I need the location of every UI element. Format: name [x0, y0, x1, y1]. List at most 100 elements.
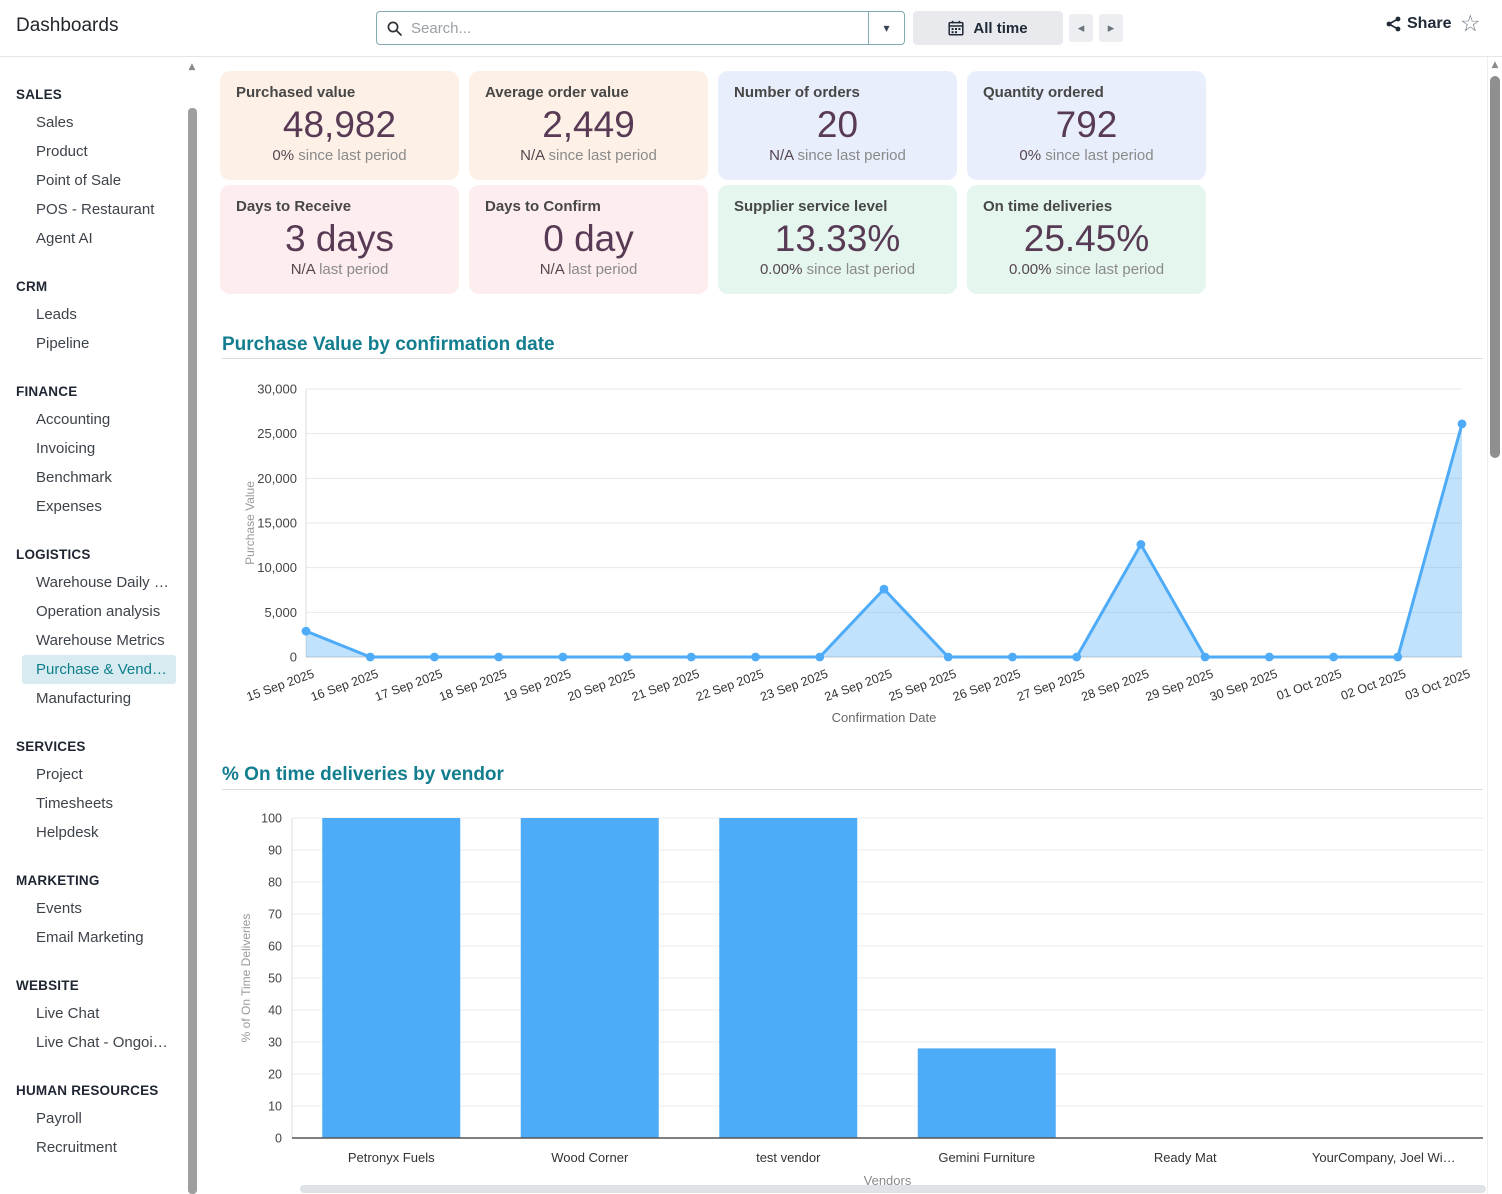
kpi-grid: Purchased value48,9820% since last perio…	[220, 71, 1206, 294]
svg-text:01 Oct 2025: 01 Oct 2025	[1275, 667, 1344, 703]
sidebar-section-header: LOGISTICS	[0, 539, 200, 568]
line-chart-divider	[222, 358, 1483, 359]
kpi-title: On time deliveries	[983, 198, 1190, 215]
svg-text:Gemini Furniture: Gemini Furniture	[938, 1150, 1035, 1165]
svg-text:YourCompany, Joel Wi…: YourCompany, Joel Wi…	[1312, 1150, 1456, 1165]
sidebar-item-recruitment[interactable]: Recruitment	[22, 1133, 176, 1162]
kpi-title: Number of orders	[734, 84, 941, 101]
sidebar-section: WEBSITELive ChatLive Chat - Ongoi…	[0, 970, 200, 1057]
svg-text:70: 70	[268, 908, 282, 922]
share-label: Share	[1407, 15, 1451, 33]
share-button[interactable]: Share	[1386, 15, 1451, 33]
sidebar-section-header: CRM	[0, 271, 200, 300]
svg-text:25,000: 25,000	[257, 426, 297, 441]
svg-text:21 Sep 2025: 21 Sep 2025	[630, 667, 701, 704]
svg-text:100: 100	[261, 812, 282, 826]
sidebar-section-header: MARKETING	[0, 865, 200, 894]
sidebar-item-events[interactable]: Events	[22, 894, 176, 923]
period-filter-button[interactable]: All time	[913, 11, 1063, 45]
sidebar-item-helpdesk[interactable]: Helpdesk	[22, 818, 176, 847]
kpi-value: 13.33%	[734, 218, 941, 260]
kpi-comparison: 0% since last period	[236, 147, 443, 164]
svg-text:Purchase Value: Purchase Value	[243, 481, 257, 565]
sidebar-item-manufacturing[interactable]: Manufacturing	[22, 684, 176, 713]
sidebar-item-project[interactable]: Project	[22, 760, 176, 789]
bar-chart-divider	[222, 789, 1483, 790]
sidebar: SALESSalesProductPoint of SalePOS - Rest…	[0, 57, 200, 1194]
sidebar-item-pos-restaurant[interactable]: POS - Restaurant	[22, 195, 176, 224]
kpi-value: 0 day	[485, 218, 692, 260]
sidebar-item-payroll[interactable]: Payroll	[22, 1104, 176, 1133]
favorite-star-icon[interactable]: ☆	[1460, 11, 1481, 37]
next-period-button[interactable]: ▸	[1099, 14, 1123, 42]
sidebar-section-header: HUMAN RESOURCES	[0, 1075, 200, 1104]
svg-text:% of On Time Deliveries: % of On Time Deliveries	[239, 914, 253, 1043]
svg-text:19 Sep 2025: 19 Sep 2025	[501, 667, 572, 704]
svg-text:20 Sep 2025: 20 Sep 2025	[566, 667, 637, 704]
svg-text:16 Sep 2025: 16 Sep 2025	[309, 667, 380, 704]
kpi-comparison: N/A since last period	[734, 147, 941, 164]
sidebar-item-leads[interactable]: Leads	[22, 300, 176, 329]
sidebar-item-accounting[interactable]: Accounting	[22, 405, 176, 434]
kpi-value: 3 days	[236, 218, 443, 260]
sidebar-item-purchase-vend[interactable]: Purchase & Vend…	[22, 655, 176, 684]
top-header: Dashboards ▾ All time ◂ ▸ Share ☆	[0, 0, 1502, 57]
sidebar-item-live-chat[interactable]: Live Chat	[22, 999, 176, 1028]
svg-text:test vendor: test vendor	[756, 1150, 821, 1165]
search-dropdown-button[interactable]: ▾	[868, 12, 904, 44]
sidebar-item-live-chat-ongoi[interactable]: Live Chat - Ongoi…	[22, 1028, 176, 1057]
chevron-right-icon: ▸	[1108, 21, 1115, 36]
chart-horizontal-scrollbar[interactable]	[300, 1185, 1486, 1193]
sidebar-item-product[interactable]: Product	[22, 137, 176, 166]
svg-text:30,000: 30,000	[257, 382, 297, 397]
svg-text:10,000: 10,000	[257, 560, 297, 575]
share-icon	[1386, 16, 1401, 32]
previous-period-button[interactable]: ◂	[1069, 14, 1093, 42]
sidebar-item-pipeline[interactable]: Pipeline	[22, 329, 176, 358]
kpi-title: Days to Receive	[236, 198, 443, 215]
sidebar-item-email-marketing[interactable]: Email Marketing	[22, 923, 176, 952]
sidebar-section: LOGISTICSWarehouse Daily …Operation anal…	[0, 539, 200, 713]
sidebar-item-benchmark[interactable]: Benchmark	[22, 463, 176, 492]
sidebar-item-agent-ai[interactable]: Agent AI	[22, 224, 176, 253]
sidebar-item-operation-analysis[interactable]: Operation analysis	[22, 597, 176, 626]
sidebar-item-warehouse-daily[interactable]: Warehouse Daily …	[22, 568, 176, 597]
svg-text:17 Sep 2025: 17 Sep 2025	[373, 667, 444, 704]
page-scroll-up-icon[interactable]: ▲	[1489, 60, 1501, 70]
kpi-comparison: 0.00% since last period	[734, 261, 941, 278]
svg-text:20: 20	[268, 1068, 282, 1082]
svg-text:Ready Mat: Ready Mat	[1154, 1150, 1217, 1165]
kpi-card: Days to Confirm 0 dayN/A last period	[469, 185, 708, 294]
purchase-value-area-chart: 05,00010,00015,00020,00025,00030,00015 S…	[214, 370, 1489, 730]
sidebar-item-expenses[interactable]: Expenses	[22, 492, 176, 521]
kpi-value: 20	[734, 104, 941, 146]
sidebar-sections: SALESSalesProductPoint of SalePOS - Rest…	[0, 79, 200, 1162]
svg-text:20,000: 20,000	[257, 471, 297, 486]
sidebar-item-invoicing[interactable]: Invoicing	[22, 434, 176, 463]
sidebar-item-point-of-sale[interactable]: Point of Sale	[22, 166, 176, 195]
sidebar-scroll-up-icon[interactable]: ▲	[186, 62, 198, 72]
svg-text:26 Sep 2025: 26 Sep 2025	[951, 667, 1022, 704]
search-input[interactable]	[411, 20, 868, 37]
period-filter-label: All time	[973, 20, 1027, 37]
kpi-title: Average order value	[485, 84, 692, 101]
sidebar-item-warehouse-metrics[interactable]: Warehouse Metrics	[22, 626, 176, 655]
kpi-title: Supplier service level	[734, 198, 941, 215]
page-scrollbar[interactable]	[1490, 76, 1500, 458]
kpi-card: Quantity ordered7920% since last period	[967, 71, 1206, 180]
kpi-card: Number of orders 20N/A since last period	[718, 71, 957, 180]
kpi-value: 25.45%	[983, 218, 1190, 260]
sidebar-item-sales[interactable]: Sales	[22, 108, 176, 137]
search-box[interactable]: ▾	[376, 11, 905, 45]
svg-text:60: 60	[268, 940, 282, 954]
sidebar-item-timesheets[interactable]: Timesheets	[22, 789, 176, 818]
kpi-comparison: 0% since last period	[983, 147, 1190, 164]
sidebar-scrollbar[interactable]	[188, 108, 197, 1194]
sidebar-section: FINANCEAccountingInvoicingBenchmarkExpen…	[0, 376, 200, 521]
kpi-title: Days to Confirm	[485, 198, 692, 215]
kpi-card: Supplier service level 13.33%0.00% since …	[718, 185, 957, 294]
sidebar-section: HUMAN RESOURCESPayrollRecruitment	[0, 1075, 200, 1162]
svg-text:10: 10	[268, 1100, 282, 1114]
svg-text:02 Oct 2025: 02 Oct 2025	[1339, 667, 1408, 703]
kpi-comparison: N/A last period	[485, 261, 692, 278]
